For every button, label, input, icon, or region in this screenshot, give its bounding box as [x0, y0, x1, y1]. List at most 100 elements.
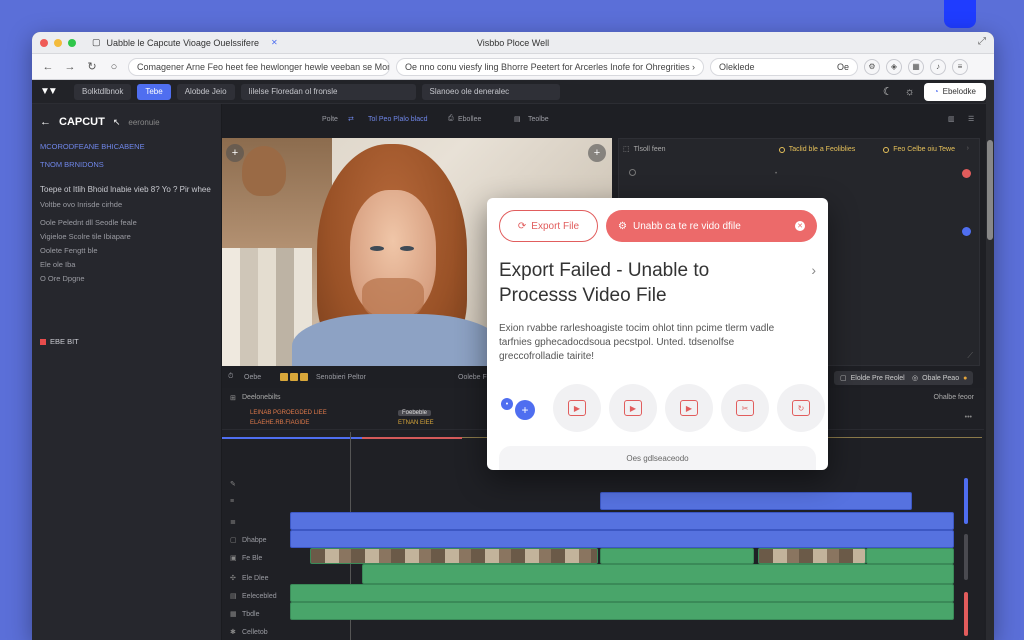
red-marker-icon[interactable]: [962, 169, 971, 178]
blue-clip-2[interactable]: [290, 530, 954, 548]
back-icon[interactable]: ←: [40, 61, 56, 73]
chevron-right-icon[interactable]: ›: [967, 145, 969, 152]
effects-icon: ✣: [230, 575, 236, 582]
preview-header-1[interactable]: Polte: [322, 116, 338, 123]
chip-1-icon: ▢: [840, 375, 847, 382]
green-gap-clip[interactable]: [600, 548, 754, 564]
more-icon[interactable]: •••: [965, 414, 972, 421]
green-clip-2[interactable]: [290, 584, 954, 602]
green-clip-1[interactable]: [362, 564, 954, 584]
moon-icon[interactable]: ☾: [880, 85, 896, 98]
play-button-1[interactable]: ▶: [553, 384, 601, 432]
title-bar: ▢ Uabble le Capcute Vioage Ouelssifere ✕…: [32, 32, 994, 54]
timer-icon[interactable]: ⏱: [228, 373, 233, 381]
small-add-icon[interactable]: •: [501, 398, 513, 410]
panel-item-2[interactable]: Vigieloe Scolre tile Ibiapare: [40, 232, 131, 241]
play-icon: ▶: [624, 400, 642, 416]
right-panel-tag-2[interactable]: Feo Celbe oiu Tewe: [893, 146, 955, 153]
green-clip-end[interactable]: [866, 548, 954, 564]
add-button[interactable]: +: [515, 400, 535, 420]
rotate-button[interactable]: ↻: [777, 384, 825, 432]
video-clip-1[interactable]: [310, 548, 598, 564]
link-icon[interactable]: ↖: [113, 117, 121, 128]
export-file-button[interactable]: ⟳ Export File: [499, 210, 598, 242]
subject-shirt: [292, 314, 502, 366]
track-label-6: ✣ Ele Dlee: [230, 574, 268, 583]
menu-item-3[interactable]: Alobde Jeio: [176, 83, 235, 100]
right-panel-tag-1[interactable]: Taclid ble a Feoliblies: [789, 146, 856, 153]
search-field[interactable]: Oe nno conu viesfy ling Bhorre Peetert f…: [396, 57, 704, 76]
badge-1: [280, 373, 288, 381]
panel-subtext: Voltbe ovo Inrisde cirhde: [40, 200, 123, 209]
preview-header-3[interactable]: Ebollee: [458, 116, 481, 123]
panel-item-3[interactable]: Oolete Fengtt ble: [40, 246, 98, 255]
video-clip-2[interactable]: [758, 548, 866, 564]
crop-button[interactable]: ✂: [721, 384, 769, 432]
level-bar-red[interactable]: [964, 592, 968, 636]
track-label-8-text: Tbdle: [242, 610, 260, 618]
panel-link-2[interactable]: TNOM BRNIDONS: [40, 160, 104, 169]
menu-item-2[interactable]: Tebe: [137, 83, 171, 100]
preview-header-2[interactable]: Tol Peo Plalo blacd: [368, 116, 428, 123]
sticker-icon: ✱: [230, 629, 236, 636]
background-accent: [944, 0, 976, 28]
level-bar-blue[interactable]: [964, 478, 968, 524]
toolbar-chip-2[interactable]: ◎ Obale Peao ●: [906, 371, 974, 385]
home-icon[interactable]: ○: [106, 61, 122, 73]
save-icon[interactable]: ▥: [948, 115, 955, 123]
settings-icon[interactable]: ⚙: [864, 58, 880, 75]
shield-icon[interactable]: ◈: [886, 58, 902, 75]
clip-icon[interactable]: ⎙: [448, 115, 454, 123]
panel-item-4[interactable]: Ele ole Iba: [40, 260, 75, 269]
list-icon[interactable]: ☰: [968, 115, 974, 123]
radio-icon[interactable]: [629, 169, 636, 176]
toolbar-chip-1[interactable]: ▢ Elolde Pre Reolel: [834, 371, 911, 385]
app-logo-icon: ▼▼: [40, 86, 58, 97]
dismiss-icon[interactable]: ✕: [795, 221, 805, 231]
play-button-2[interactable]: ▶: [609, 384, 657, 432]
add-media-icon[interactable]: +: [226, 144, 244, 162]
scrollbar-thumb[interactable]: [987, 140, 993, 240]
bell-icon[interactable]: ♪: [930, 58, 946, 75]
panel-link-1[interactable]: MCORODFEANE BHICABENE: [40, 142, 145, 151]
blue-clip-1[interactable]: [290, 512, 954, 530]
timeline-tag-3: ETNAN EIEE: [398, 420, 434, 426]
dialog-footer[interactable]: Oes gdlseaceodo: [499, 446, 816, 470]
resize-handle-icon[interactable]: ⟋: [967, 351, 973, 361]
sun-icon[interactable]: ☼: [902, 86, 918, 98]
doc-icon[interactable]: ▤: [514, 115, 521, 123]
play-button-3[interactable]: ▶: [665, 384, 713, 432]
level-bar-gray[interactable]: [964, 534, 968, 580]
share-button[interactable]: ◔ Ebelodke: [923, 82, 986, 101]
add-overlay-icon[interactable]: +: [588, 144, 606, 162]
reload-icon[interactable]: ↻: [84, 60, 100, 73]
error-banner-button[interactable]: ⚙ Unabb ca te re vido dfile ✕: [606, 210, 817, 242]
center-mark: •: [775, 171, 778, 177]
vertical-scrollbar[interactable]: [986, 80, 994, 640]
dialog-footer-label: Oes gdlseaceodo: [626, 453, 689, 463]
panel-item-5[interactable]: O Ore Dpgne: [40, 274, 85, 283]
url2-text: Oe nno conu viesfy ling Bhorre Peetert f…: [405, 61, 690, 72]
green-clip-3[interactable]: [290, 602, 954, 620]
chevron-right-icon[interactable]: ›: [811, 262, 816, 278]
forward-icon[interactable]: →: [62, 61, 78, 73]
menu-item-5[interactable]: Slanoeo ole deneralec: [421, 83, 560, 100]
expand-icon[interactable]: ⤢: [978, 36, 986, 47]
menu-item-1[interactable]: Bolktdlbnok: [74, 83, 132, 100]
url-field[interactable]: Comagener Arne Feo heet fee hewlonger he…: [128, 57, 390, 76]
badge-2: [290, 373, 298, 381]
menu-icon[interactable]: ≡: [952, 58, 968, 75]
preview-header-4[interactable]: Teolbe: [528, 116, 549, 123]
profile-field[interactable]: Oleklede Oe: [710, 57, 858, 76]
back-arrow-icon[interactable]: ←: [40, 116, 51, 128]
menu-item-4[interactable]: Iilelse Floredan ol fronsle: [240, 83, 416, 100]
transfer-icon[interactable]: ⇄: [348, 115, 354, 123]
track-label-7: ▤ Eelecebled: [230, 592, 277, 601]
panel-item-1[interactable]: Oole Pelednt dll Seodle feale: [40, 218, 137, 227]
blue-clip-top[interactable]: [600, 492, 912, 510]
toolbar-chip-1-label: Elolde Pre Reolel: [850, 374, 905, 382]
blue-marker-icon[interactable]: [962, 227, 971, 236]
toolbar-label: Senobieri Peltor: [316, 374, 366, 381]
crop-icon: ✂: [736, 400, 754, 416]
grid-icon[interactable]: ▦: [908, 58, 924, 75]
